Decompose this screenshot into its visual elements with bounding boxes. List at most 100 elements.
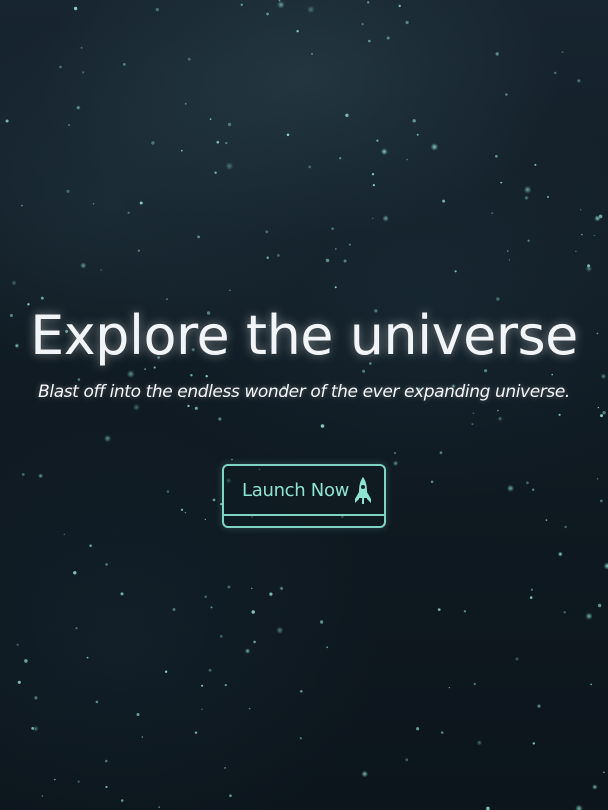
- star: [212, 498, 216, 502]
- star: [602, 411, 606, 415]
- star: [38, 473, 44, 479]
- star: [5, 119, 9, 123]
- button-divider: [224, 514, 384, 516]
- star: [599, 499, 603, 503]
- star: [558, 413, 561, 416]
- star: [554, 71, 557, 75]
- star: [218, 417, 222, 421]
- star: [440, 731, 444, 734]
- starfield-background: [0, 0, 608, 810]
- star: [497, 409, 499, 412]
- star: [308, 165, 312, 169]
- launch-now-button[interactable]: Launch Now: [222, 464, 386, 528]
- star: [210, 606, 213, 609]
- star: [17, 680, 21, 684]
- star: [194, 406, 198, 410]
- star: [21, 473, 25, 476]
- star: [279, 586, 284, 591]
- star: [227, 122, 232, 127]
- star: [68, 124, 71, 126]
- star: [398, 4, 401, 8]
- star: [514, 656, 520, 662]
- star: [361, 770, 369, 778]
- star: [534, 163, 537, 166]
- star: [311, 53, 313, 55]
- star: [380, 148, 388, 156]
- star: [382, 215, 390, 222]
- star: [405, 20, 409, 25]
- star: [319, 620, 324, 624]
- star: [214, 171, 217, 174]
- star: [204, 595, 207, 599]
- star: [600, 414, 603, 418]
- star: [530, 588, 534, 591]
- star: [386, 36, 390, 40]
- star: [371, 173, 375, 176]
- rocket-icon: [355, 477, 371, 504]
- star: [16, 643, 19, 646]
- star: [596, 478, 599, 480]
- star: [576, 78, 581, 84]
- star: [208, 668, 212, 672]
- star: [225, 141, 228, 145]
- star: [286, 133, 290, 137]
- star: [244, 648, 251, 654]
- star: [139, 201, 143, 205]
- star: [86, 656, 89, 659]
- star: [532, 488, 535, 491]
- star: [229, 794, 232, 797]
- star: [547, 196, 549, 198]
- star: [80, 262, 87, 269]
- star: [251, 610, 255, 614]
- star: [372, 184, 375, 187]
- star: [575, 804, 583, 810]
- stars-layer: [5, 0, 608, 810]
- hero-title: Explore the universe: [30, 304, 578, 367]
- star: [463, 610, 467, 613]
- star: [187, 404, 190, 408]
- star: [158, 806, 160, 808]
- star: [448, 687, 450, 689]
- star: [194, 731, 198, 734]
- star: [472, 412, 475, 415]
- star: [523, 185, 532, 194]
- star: [209, 118, 212, 120]
- star: [527, 239, 530, 242]
- star: [597, 603, 602, 608]
- star: [137, 249, 141, 252]
- star: [526, 481, 529, 485]
- star: [21, 204, 23, 207]
- star: [594, 215, 601, 222]
- star: [277, 254, 280, 257]
- star: [103, 434, 112, 443]
- star: [66, 189, 70, 193]
- star: [405, 758, 409, 762]
- star: [348, 243, 351, 246]
- star: [392, 460, 399, 467]
- star: [34, 696, 38, 700]
- star: [476, 739, 483, 746]
- star: [105, 785, 108, 789]
- star: [505, 93, 508, 96]
- star: [334, 248, 337, 250]
- star: [180, 508, 184, 511]
- star: [224, 767, 226, 769]
- star: [184, 512, 187, 514]
- star: [164, 670, 168, 673]
- star: [563, 611, 566, 614]
- star: [120, 799, 124, 802]
- star: [471, 423, 474, 426]
- star: [92, 203, 95, 205]
- star: [166, 490, 170, 493]
- star: [216, 140, 220, 144]
- star: [508, 259, 510, 261]
- star: [300, 690, 303, 693]
- star: [564, 525, 567, 529]
- star: [532, 742, 535, 745]
- star: [585, 612, 593, 620]
- star: [89, 544, 92, 547]
- star: [325, 258, 330, 263]
- star: [412, 119, 416, 123]
- star: [545, 519, 548, 521]
- star: [277, 1, 285, 9]
